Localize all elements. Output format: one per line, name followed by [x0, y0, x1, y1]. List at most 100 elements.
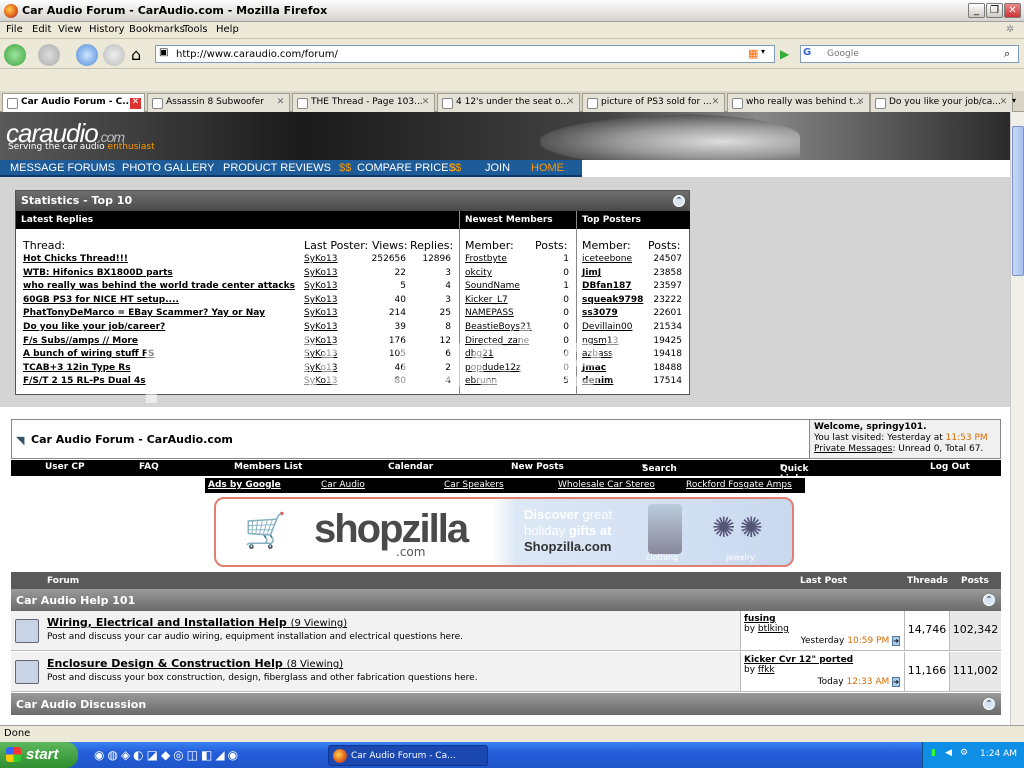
tab-assassin[interactable]: Assassin 8 Subwoofer ✕: [147, 93, 290, 112]
last-poster-link[interactable]: SyKo13: [304, 336, 337, 349]
top-poster-link[interactable]: ss3079: [582, 308, 618, 321]
tab-close-icon[interactable]: ✕: [130, 98, 141, 109]
nav-photo-gallery[interactable]: PHOTO GALLERY: [122, 162, 215, 174]
search-bar[interactable]: G ⌕: [800, 45, 1019, 63]
thread-link[interactable]: F/S/T 2 15 RL-Ps Dual 4s: [23, 376, 146, 389]
last-poster-link[interactable]: SyKo13: [304, 349, 337, 362]
last-post-title[interactable]: fusing: [744, 614, 776, 624]
thread-link[interactable]: Do you like your job/career?: [23, 322, 165, 335]
go-to-post-icon[interactable]: ➜: [892, 677, 900, 687]
tab-the-thread[interactable]: THE Thread - Page 103... ✕: [292, 93, 435, 112]
collapse-icon[interactable]: ⌃: [673, 195, 685, 207]
vertical-scrollbar[interactable]: [1010, 112, 1024, 725]
ad-link-car-audio[interactable]: Car Audio: [321, 480, 365, 490]
nav-user-cp[interactable]: User CP: [45, 462, 85, 472]
tab-close-icon[interactable]: ✕: [420, 98, 431, 109]
nav-search[interactable]: Search ▾: [642, 462, 677, 474]
last-post-user[interactable]: ffkk: [758, 665, 775, 675]
nav-calendar[interactable]: Calendar: [388, 462, 433, 472]
menu-tools[interactable]: Tools: [183, 24, 208, 35]
top-poster-link[interactable]: DBfan187: [582, 281, 632, 294]
tab-list-icon[interactable]: ▾: [1012, 96, 1016, 105]
menu-help[interactable]: Help: [216, 24, 239, 35]
volume-icon[interactable]: ◀: [945, 748, 952, 758]
top-poster-link[interactable]: denim: [582, 376, 613, 389]
forum-title-link[interactable]: Wiring, Electrical and Installation Help…: [47, 616, 347, 629]
top-poster-link[interactable]: iceteebone: [582, 254, 632, 267]
last-post-user[interactable]: btlking: [758, 624, 789, 634]
collapse-icon[interactable]: ⌃: [983, 698, 995, 710]
thread-link[interactable]: Hot Chicks Thread!!!: [23, 254, 128, 267]
top-poster-link[interactable]: JimJ: [582, 268, 601, 281]
menu-view[interactable]: View: [58, 24, 82, 35]
top-poster-link[interactable]: ngsm13: [582, 336, 618, 349]
stop-icon[interactable]: [103, 44, 125, 66]
last-poster-link[interactable]: SyKo13: [304, 254, 337, 267]
thread-link[interactable]: F/s Subs//amps // More: [23, 336, 138, 349]
thread-link[interactable]: TCAB+3 12in Type Rs: [23, 363, 131, 376]
taskbar-firefox-item[interactable]: Car Audio Forum - Ca...: [328, 745, 488, 766]
shopzilla-ad[interactable]: 🛒 shopzilla .com Discover great holiday …: [214, 497, 794, 567]
go-icon[interactable]: ▶: [780, 47, 789, 61]
url-input[interactable]: [176, 47, 736, 61]
new-member-link[interactable]: Kicker_L7: [465, 295, 508, 308]
top-poster-link[interactable]: Devillain00: [582, 322, 632, 335]
tab-4-12s[interactable]: 4 12's under the seat o... ✕: [437, 93, 580, 112]
go-to-post-icon[interactable]: ➜: [892, 636, 900, 646]
network-icon[interactable]: ▮: [931, 748, 936, 758]
tab-car-audio-forum[interactable]: Car Audio Forum - C... ✕: [2, 93, 145, 113]
search-input[interactable]: [827, 47, 997, 61]
scrollbar-thumb[interactable]: [1012, 126, 1024, 276]
forum-title[interactable]: Car Audio Forum - CarAudio.com: [31, 433, 233, 446]
ad-link-rockford[interactable]: Rockford Fosgate Amps: [686, 480, 792, 490]
tray-icon[interactable]: ⚙: [960, 748, 968, 758]
search-icon[interactable]: ⌕: [1004, 47, 1010, 61]
top-poster-link[interactable]: squeak9798: [582, 295, 643, 308]
last-poster-link[interactable]: SyKo13: [304, 281, 337, 294]
forward-icon[interactable]: [38, 44, 60, 66]
ads-by-google-link[interactable]: Ads by Google: [208, 480, 281, 490]
top-poster-link[interactable]: Jmac: [582, 363, 606, 376]
thread-link[interactable]: A bunch of wiring stuff FS: [23, 349, 155, 362]
reload-icon[interactable]: [76, 44, 98, 66]
menu-file[interactable]: File: [6, 24, 23, 35]
tab-close-icon[interactable]: ✕: [275, 98, 286, 109]
last-poster-link[interactable]: SyKo13: [304, 268, 337, 281]
tab-who-really[interactable]: who really was behind t... ✕: [727, 93, 870, 112]
address-bar[interactable]: ▣ ▦ ▾: [155, 45, 775, 63]
nav-new-posts[interactable]: New Posts: [511, 462, 564, 472]
new-member-link[interactable]: BeastieBoys21: [465, 322, 532, 335]
close-button[interactable]: ✕: [1004, 3, 1021, 18]
home-icon[interactable]: ⌂: [131, 45, 141, 64]
back-icon[interactable]: [4, 44, 26, 66]
nav-compare-prices[interactable]: COMPARE PRICES: [357, 162, 456, 174]
nav-quick-links[interactable]: Quick Links ▾: [780, 462, 808, 484]
minimize-button[interactable]: _: [968, 3, 985, 18]
forum-title-link[interactable]: Enclosure Design & Construction Help (8 …: [47, 657, 343, 670]
tab-close-icon[interactable]: ✕: [998, 98, 1009, 109]
tab-close-icon[interactable]: ✕: [855, 98, 866, 109]
new-member-link[interactable]: Frostbyte: [465, 254, 507, 267]
tab-ps3[interactable]: picture of PS3 sold for ... ✕: [582, 93, 725, 112]
menu-bookmarks[interactable]: Bookmarks: [129, 24, 185, 35]
nav-home[interactable]: HOME: [531, 162, 564, 174]
new-member-link[interactable]: Directed_zane: [465, 336, 529, 349]
new-member-link[interactable]: SoundName: [465, 281, 520, 294]
ad-link-car-speakers[interactable]: Car Speakers: [444, 480, 504, 490]
new-member-link[interactable]: ebrunn: [465, 376, 497, 389]
thread-link[interactable]: PhatTonyDeMarco = EBay Scammer? Yay or N…: [23, 308, 265, 321]
start-button[interactable]: start: [0, 742, 78, 768]
private-messages-link[interactable]: Private Messages: [814, 444, 892, 454]
new-member-link[interactable]: popdude12z: [465, 363, 521, 376]
menu-edit[interactable]: Edit: [32, 24, 51, 35]
nav-members-list[interactable]: Members List: [234, 462, 302, 472]
last-poster-link[interactable]: SyKo13: [304, 295, 337, 308]
nav-faq[interactable]: FAQ: [139, 462, 159, 472]
top-poster-link[interactable]: azbass: [582, 349, 613, 362]
tab-close-icon[interactable]: ✕: [565, 98, 576, 109]
new-member-link[interactable]: okcity: [465, 268, 492, 281]
category-header[interactable]: Car Audio Help 101 ⌃: [11, 589, 1001, 611]
last-poster-link[interactable]: SyKo13: [304, 308, 337, 321]
menu-history[interactable]: History: [89, 24, 125, 35]
nav-log-out[interactable]: Log Out: [930, 462, 970, 472]
